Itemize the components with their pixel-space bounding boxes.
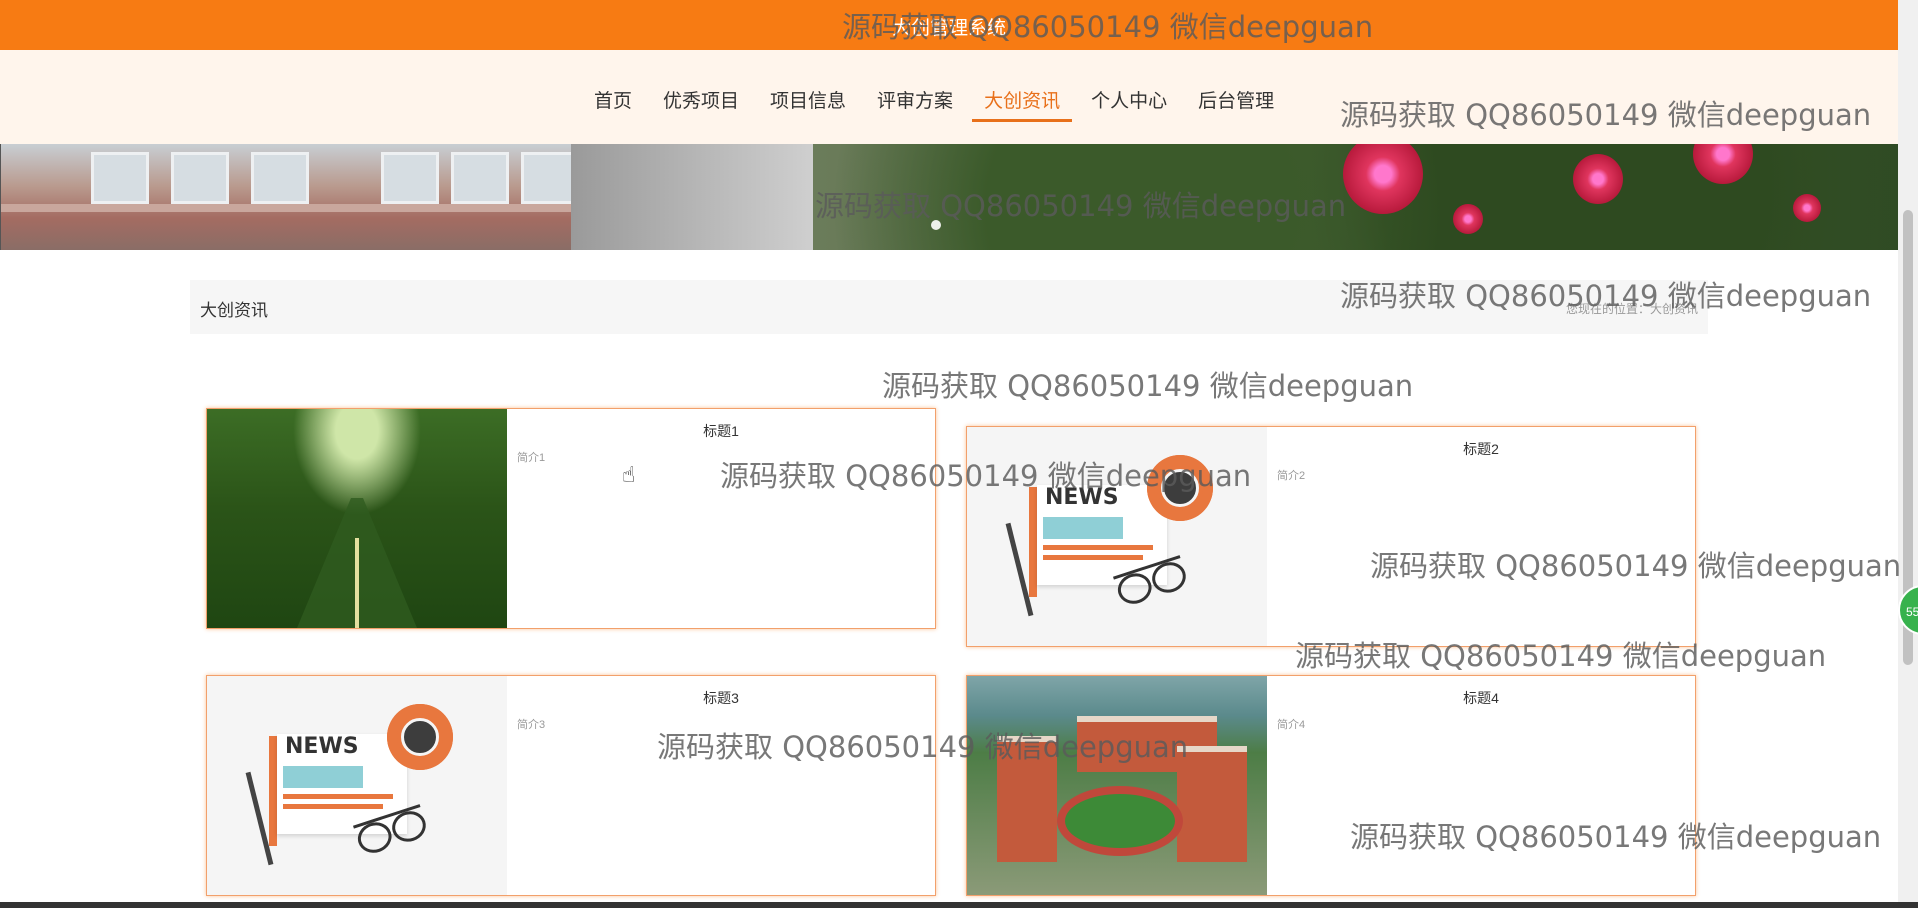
banner-carousel[interactable]	[0, 144, 1899, 250]
nav-item-review-plan[interactable]: 评审方案	[865, 86, 965, 122]
news-card-title[interactable]: 标题4	[1267, 688, 1695, 708]
hand-cursor-icon: ☝	[622, 462, 636, 487]
section-header: 大创资讯 您现在的位置：大创资讯	[190, 280, 1708, 334]
news-card-summary: 简介3	[517, 719, 546, 731]
news-illustration-image[interactable]: NEWS	[967, 427, 1267, 646]
breadcrumb: 您现在的位置：大创资讯	[1565, 302, 1698, 316]
nav-item-home[interactable]: 首页	[582, 86, 644, 122]
nav-item-admin[interactable]: 后台管理	[1186, 86, 1286, 122]
news-card[interactable]: NEWS 标题2 简介2	[966, 426, 1696, 647]
news-card[interactable]: NEWS 标题3 简介3	[206, 675, 936, 896]
news-card-summary: 简介2	[1277, 470, 1306, 482]
news-card[interactable]: 标题1 简介1	[206, 408, 936, 629]
carousel-dot[interactable]	[931, 220, 941, 230]
navigation-bar: 首页 优秀项目 项目信息 评审方案 大创资讯 个人中心 后台管理	[0, 50, 1898, 144]
banner-flower-image	[813, 144, 1899, 250]
section-title: 大创资讯	[200, 301, 268, 320]
news-card-title[interactable]: 标题2	[1267, 439, 1695, 459]
site-title: 大创管理系统	[891, 18, 1006, 39]
carousel-indicators	[931, 220, 941, 230]
bottom-bar	[0, 902, 1918, 908]
main-nav: 首页 优秀项目 项目信息 评审方案 大创资讯 个人中心 后台管理	[582, 86, 1293, 122]
watermark: 源码获取 QQ86050149 微信deepguan	[882, 369, 1414, 403]
news-card[interactable]: 标题4 简介4	[966, 675, 1696, 896]
nav-item-excellent-projects[interactable]: 优秀项目	[651, 86, 751, 122]
top-header-bar: 大创管理系统	[0, 0, 1898, 50]
nav-item-personal-center[interactable]: 个人中心	[1079, 86, 1179, 122]
news-card-summary: 简介4	[1277, 719, 1306, 731]
banner-building-image	[1, 144, 813, 250]
news-card-summary: 简介1	[517, 452, 546, 464]
nav-item-project-info[interactable]: 项目信息	[758, 86, 858, 122]
nav-item-news[interactable]: 大创资讯	[972, 86, 1073, 122]
news-illustration-image[interactable]: NEWS	[207, 676, 507, 895]
tree-road-image[interactable]	[207, 409, 507, 628]
campus-aerial-image[interactable]	[967, 676, 1267, 895]
news-card-title[interactable]: 标题3	[507, 688, 935, 708]
news-card-title[interactable]: 标题1	[507, 421, 935, 441]
